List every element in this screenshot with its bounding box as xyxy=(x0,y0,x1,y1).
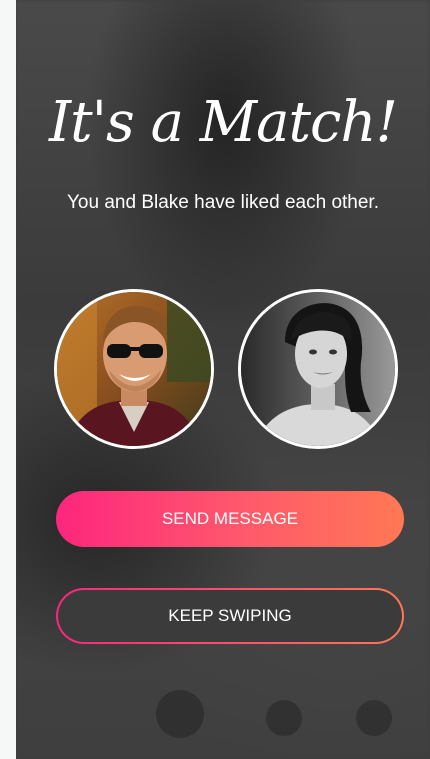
match-screen: It's a Match! You and Blake have liked e… xyxy=(16,0,430,759)
match-subtitle: You and Blake have liked each other. xyxy=(67,192,379,213)
avatar-photo xyxy=(57,292,211,446)
avatar-blake xyxy=(54,289,214,449)
background-shape xyxy=(266,700,302,736)
background-shape xyxy=(356,700,392,736)
keep-swiping-button[interactable]: KEEP SWIPING xyxy=(56,588,404,644)
avatar-user xyxy=(238,289,398,449)
background-shape xyxy=(156,690,204,738)
keep-swiping-label: KEEP SWIPING xyxy=(168,606,292,625)
avatar-photo xyxy=(241,292,395,446)
send-message-button[interactable]: SEND MESSAGE xyxy=(56,491,404,547)
match-title: It's a Match! xyxy=(49,90,398,155)
send-message-label: SEND MESSAGE xyxy=(161,509,299,528)
